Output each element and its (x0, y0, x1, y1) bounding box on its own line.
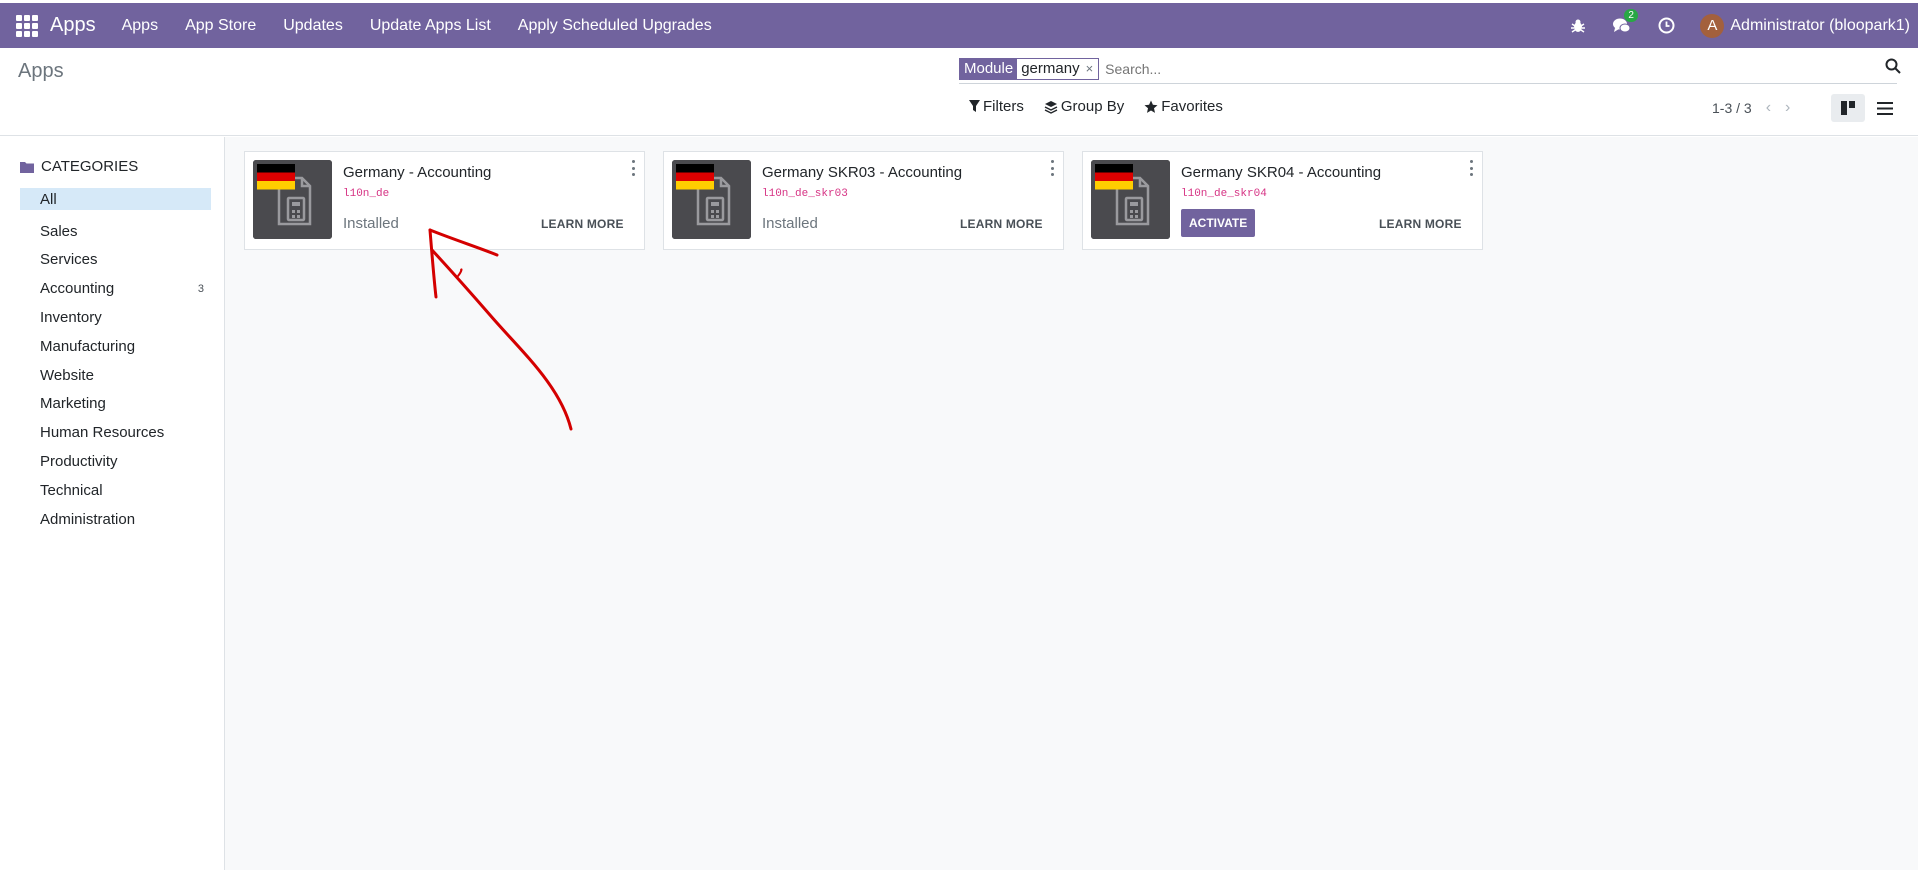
category-list: All Sales Services Accounting 3 Inventory… (20, 188, 211, 534)
module-technical-name: l10n_de (343, 188, 390, 200)
module-status: Installed (762, 215, 818, 232)
search-options: Filters Group By Favorites (969, 98, 1243, 115)
facet-label: Module (960, 58, 1018, 79)
search-input[interactable] (1105, 60, 1897, 77)
menu-app-store[interactable]: App Store (185, 17, 256, 35)
category-item-productivity[interactable]: Productivity (20, 447, 211, 476)
category-item-services[interactable]: Services (20, 246, 211, 275)
learn-more-link[interactable]: LEARN MORE (541, 217, 624, 231)
list-view-icon[interactable] (1868, 94, 1902, 122)
germany-flag-icon (672, 160, 751, 239)
menu-update-apps-list[interactable]: Update Apps List (370, 17, 491, 35)
user-menu[interactable]: Administrator (bloopark1) (1730, 17, 1910, 35)
category-label: Human Resources (40, 424, 165, 442)
module-title[interactable]: Germany - Accounting (343, 164, 491, 181)
activate-button[interactable]: ACTIVATE (1181, 209, 1256, 237)
star-icon (1144, 100, 1158, 113)
search-icon[interactable] (1885, 58, 1905, 78)
category-item-inventory[interactable]: Inventory (20, 303, 211, 332)
layers-icon (1044, 100, 1058, 114)
folder-icon (20, 161, 34, 173)
facet-remove-icon[interactable]: × (1084, 61, 1099, 76)
group-by-button[interactable]: Group By (1044, 98, 1124, 115)
module-technical-name: l10n_de_skr04 (1181, 188, 1267, 200)
breadcrumb: Apps (18, 60, 64, 82)
card-menu-icon[interactable] (1468, 160, 1474, 176)
messages-icon[interactable]: 2 (1612, 8, 1638, 36)
module-title[interactable]: Germany SKR03 - Accounting (762, 164, 962, 181)
category-label: Marketing (40, 395, 106, 413)
filters-label: Filters (983, 98, 1024, 115)
messages-badge: 2 (1624, 8, 1638, 22)
category-item-all[interactable]: All (20, 188, 211, 210)
learn-more-link[interactable]: LEARN MORE (1379, 217, 1462, 231)
germany-flag-icon (1091, 160, 1170, 239)
module-technical-name: l10n_de_skr03 (762, 188, 848, 200)
module-status: Installed (343, 215, 399, 232)
facet-value: germany (1021, 60, 1080, 77)
pager-next-icon[interactable]: › (1785, 99, 1790, 117)
category-item-marketing[interactable]: Marketing (20, 390, 211, 419)
apps-grid-icon[interactable] (16, 14, 38, 37)
kanban-area: Germany - Accounting l10n_de Installed L… (225, 137, 1918, 870)
category-label: Productivity (40, 453, 118, 471)
card-menu-icon[interactable] (1049, 160, 1055, 176)
pager: 1-3 / 3 ‹ › (1712, 99, 1790, 117)
category-label: Administration (40, 510, 136, 528)
category-label: Accounting (40, 280, 115, 298)
category-item-accounting[interactable]: Accounting 3 (20, 274, 211, 303)
favorites-button[interactable]: Favorites (1144, 98, 1223, 115)
user-avatar[interactable]: A (1700, 13, 1725, 38)
app-brand[interactable]: Apps (50, 14, 96, 37)
top-navbar: Apps Apps App Store Updates Update Apps … (0, 3, 1918, 48)
module-card[interactable]: Germany SKR03 - Accounting l10n_de_skr03… (663, 151, 1064, 250)
categories-header: CATEGORIES (20, 158, 138, 175)
pager-previous-icon[interactable]: ‹ (1766, 99, 1771, 117)
categories-sidebar: CATEGORIES All Sales Services Accounting… (0, 137, 225, 870)
category-label: Website (40, 366, 94, 384)
category-label: Sales (40, 222, 78, 240)
category-label: Technical (40, 481, 103, 499)
category-item-sales[interactable]: Sales (20, 217, 211, 246)
category-count: 3 (197, 282, 204, 295)
card-menu-icon[interactable] (630, 160, 636, 176)
module-card[interactable]: Germany - Accounting l10n_de Installed L… (244, 151, 645, 250)
category-label: Inventory (40, 309, 102, 327)
search-bar: Module germany × (959, 54, 1901, 84)
menu-updates[interactable]: Updates (283, 17, 343, 35)
module-card[interactable]: Germany SKR04 - Accounting l10n_de_skr04… (1082, 151, 1483, 250)
learn-more-link[interactable]: LEARN MORE (960, 217, 1043, 231)
kanban-view-icon[interactable] (1831, 94, 1865, 122)
menu-apps[interactable]: Apps (122, 17, 158, 35)
category-label: Services (40, 251, 98, 269)
category-item-website[interactable]: Website (20, 361, 211, 390)
categories-title: CATEGORIES (41, 158, 139, 175)
category-item-human-resources[interactable]: Human Resources (20, 418, 211, 447)
filters-button[interactable]: Filters (969, 98, 1024, 115)
pager-value[interactable]: 1-3 / 3 (1712, 100, 1752, 116)
favorites-label: Favorites (1161, 98, 1223, 115)
module-title[interactable]: Germany SKR04 - Accounting (1181, 164, 1381, 181)
category-label: All (40, 190, 57, 208)
group-by-label: Group By (1060, 98, 1125, 115)
search-facet: Module germany × (959, 57, 1100, 80)
germany-flag-icon (253, 160, 332, 239)
category-item-manufacturing[interactable]: Manufacturing (20, 332, 211, 361)
category-item-administration[interactable]: Administration (20, 505, 211, 534)
control-panel: Apps Module germany × Filters Group By F… (0, 48, 1918, 136)
filter-icon (969, 100, 980, 112)
category-item-technical[interactable]: Technical (20, 476, 211, 505)
menu-apply-scheduled-upgrades[interactable]: Apply Scheduled Upgrades (518, 17, 712, 35)
activity-clock-icon[interactable] (1656, 16, 1676, 36)
category-label: Manufacturing (40, 337, 136, 355)
debug-bug-icon[interactable] (1568, 16, 1588, 36)
